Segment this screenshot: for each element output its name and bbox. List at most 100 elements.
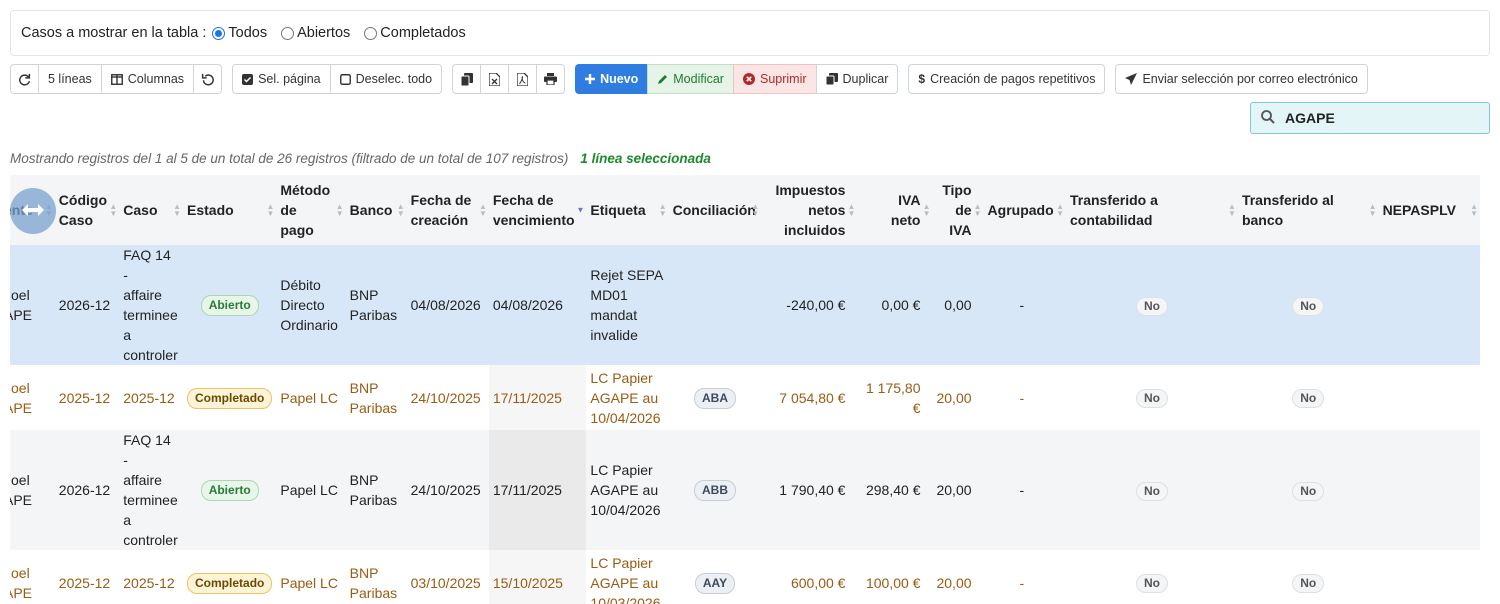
plus-icon (585, 74, 596, 84)
col-header-code[interactable]: Código Caso ▲ ▼ (54, 175, 120, 245)
cell-status: Abierto (183, 430, 277, 550)
scroll-left-handle[interactable] (10, 188, 56, 234)
columns-button[interactable]: Columnas (100, 64, 195, 94)
cell-rate: 0,00 (932, 245, 984, 365)
deselect-all-button[interactable]: Deselec. todo (329, 64, 443, 94)
cell-bank: BNP Paribas (345, 245, 407, 365)
cell-banktr: No (1237, 430, 1379, 550)
col-header-case[interactable]: Caso ▲ ▼ (119, 175, 184, 245)
radio-abiertos[interactable] (281, 26, 295, 40)
cell-rate: 20,00 (932, 430, 984, 550)
col-header-bank[interactable]: Banco ▲ ▼ (345, 175, 407, 245)
cell-reconcile (668, 245, 762, 365)
pdf-export-button[interactable] (508, 64, 538, 94)
sort-icon: ▲▼ (658, 202, 667, 218)
reset-button[interactable] (193, 64, 223, 94)
radio-completados[interactable] (364, 26, 378, 40)
cell-client: JoelAPE (10, 550, 55, 604)
col-header-due[interactable]: Fecha de vencimiento ▼ (488, 175, 587, 245)
send-email-button[interactable]: Enviar selección por correo electrónico (1115, 64, 1368, 94)
select-page-button[interactable]: Sel. página (232, 64, 331, 94)
export-button-group (452, 64, 566, 94)
cell-method: Papel LC (276, 550, 346, 604)
radio-todos[interactable] (212, 26, 226, 40)
crud-button-group: Nuevo Modificar Suprimir Duplicar (575, 64, 899, 94)
cell-vat: 0,00 € (857, 245, 933, 365)
sort-icon: ▲▼ (922, 202, 931, 218)
col-header-vat[interactable]: IVA neto ▲ ▼ (857, 175, 933, 245)
reconcile-badge: AAY (694, 572, 736, 594)
cell-bank: BNP Paribas (345, 365, 407, 430)
col-header-net[interactable]: Impuestos netos incluidos ▲ ▼ (761, 175, 858, 245)
checkbox-empty-icon (339, 73, 351, 85)
table-row[interactable]: JoelAPE 2025-12 2025-12 Completado Papel… (10, 550, 1480, 604)
copy-button[interactable] (452, 64, 482, 94)
sort-icon: ▲▼ (847, 202, 856, 218)
new-button[interactable]: Nuevo (575, 64, 649, 94)
cell-vat: 1 175,80 € (857, 365, 933, 430)
cell-code: 2025-12 (54, 365, 120, 430)
filter-option-abiertos[interactable]: Abiertos (281, 25, 350, 41)
no-badge: No (1135, 574, 1168, 593)
dollar-icon: $ (918, 72, 926, 86)
col-header-acct[interactable]: Transferido a contabilidad ▲ ▼ (1065, 175, 1238, 245)
col-header-nepasplv[interactable]: NEPASPLV ▲ ▼ (1378, 175, 1480, 245)
col-header-method[interactable]: Método de pago ▲ ▼ (276, 175, 346, 245)
arrows-horizontal-icon (22, 200, 44, 223)
col-header-grouped[interactable]: Agrupado ▲ ▼ (983, 175, 1066, 245)
col-header-rate[interactable]: Tipo de IVA ▲ ▼ (932, 175, 984, 245)
cell-case: 2025-12 (119, 365, 184, 430)
filter-option-completados[interactable]: Completados (364, 25, 466, 41)
col-header-banktr[interactable]: Transferido al banco ▲ ▼ (1237, 175, 1379, 245)
sort-icon: ▲▼ (1368, 202, 1377, 218)
cell-grouped: - (983, 430, 1066, 550)
no-badge: No (1135, 481, 1168, 501)
cell-banktr: No (1237, 365, 1379, 430)
table-row[interactable]: JoelAPE 2026-12 FAQ 14 -affairetermineea… (10, 430, 1480, 550)
sort-icon: ▲▼ (173, 202, 182, 218)
excel-export-button[interactable] (480, 64, 510, 94)
table-row[interactable]: JoelAPE 2025-12 2025-12 Completado Papel… (10, 365, 1480, 430)
status-badge: Abierto (200, 295, 259, 316)
sort-icon: ▲▼ (973, 202, 982, 218)
cell-created: 24/10/2025 (406, 430, 489, 550)
col-header-created[interactable]: Fecha de creación ▲ ▼ (406, 175, 489, 245)
cell-net: -240,00 € (761, 245, 858, 365)
duplicate-button[interactable]: Duplicar (815, 64, 899, 94)
pdf-icon (517, 72, 529, 86)
cell-bank: BNP Paribas (345, 550, 407, 604)
modify-button[interactable]: Modificar (647, 64, 734, 94)
cell-method: Papel LC (276, 365, 346, 430)
delete-button[interactable]: Suprimir (732, 64, 817, 94)
filter-option-label: Todos (228, 25, 268, 41)
paper-plane-icon (1125, 73, 1138, 85)
col-header-tag[interactable]: Etiqueta ▲ ▼ (586, 175, 669, 245)
col-header-reconcile[interactable]: Conciliación ▲ ▼ (668, 175, 762, 245)
filter-option-todos[interactable]: Todos (212, 25, 267, 41)
select-page-label: Sel. página (258, 72, 321, 86)
search-input[interactable] (1283, 109, 1473, 127)
cell-tag: LC Papier AGAPE au 10/04/2026 (586, 430, 669, 550)
cell-acct: No (1065, 365, 1238, 430)
cell-rate: 20,00 (932, 550, 984, 604)
email-group: Enviar selección por correo electrónico (1115, 64, 1368, 94)
sort-icon: ▲▼ (751, 202, 760, 218)
cell-method: Papel LC (276, 430, 346, 550)
repeat-payments-label: Creación de pagos repetitivos (930, 72, 1096, 86)
col-header-status[interactable]: Estado ▲ ▼ (183, 175, 277, 245)
no-badge: No (1292, 574, 1325, 593)
reconcile-badge: ABB (693, 480, 736, 501)
print-button[interactable] (536, 64, 566, 94)
filter-label: Casos a mostrar en la tabla : (21, 25, 207, 41)
cell-due: 17/11/2025 (488, 430, 587, 550)
table-row[interactable]: JoelAPE 2026-12 FAQ 14 -affairetermineea… (10, 245, 1480, 365)
selection-button-group: Sel. página Deselec. todo (232, 64, 443, 94)
cell-vat: 298,40 € (857, 430, 933, 550)
lines-per-page-button[interactable]: 5 líneas (38, 64, 102, 94)
status-badge: Completado (187, 387, 273, 409)
repeat-payments-button[interactable]: $ Creación de pagos repetitivos (908, 64, 1106, 94)
cell-due: 04/08/2026 (488, 245, 587, 365)
cell-case: FAQ 14 - affaire terminee a controler (119, 245, 184, 365)
excel-icon (489, 72, 501, 86)
refresh-button[interactable] (10, 64, 39, 94)
